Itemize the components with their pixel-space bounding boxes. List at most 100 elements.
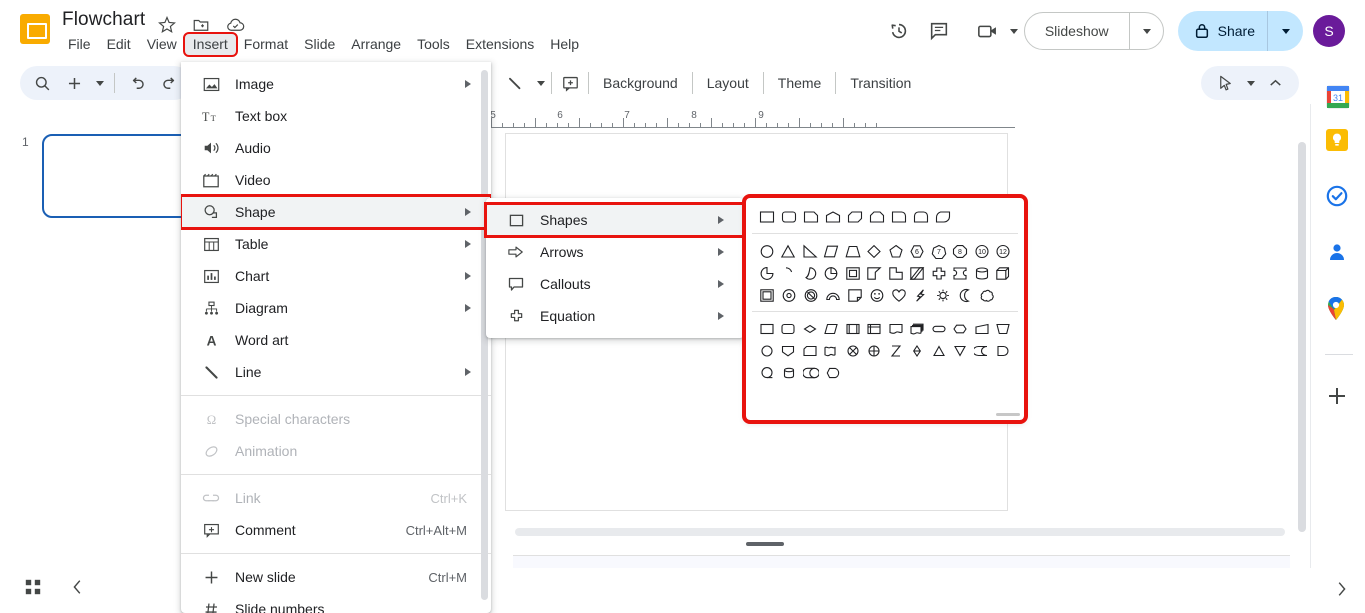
shape-flowchart-direct-access-storage[interactable]: [800, 362, 822, 384]
google-calendar-icon[interactable]: 31: [1325, 84, 1351, 110]
shape-flowchart-stored-data[interactable]: [971, 340, 993, 362]
share-chevron-down-icon[interactable]: [1268, 28, 1303, 34]
select-cursor-icon[interactable]: [1209, 67, 1241, 99]
shape-no-symbol[interactable]: [800, 284, 822, 306]
insert-menu-item-text-box[interactable]: TT Text box: [181, 100, 491, 132]
insert-menu-item-chart[interactable]: Chart: [181, 260, 491, 292]
shape-teardrop[interactable]: [799, 262, 821, 284]
shape-pentagon-home-plate[interactable]: [822, 206, 844, 228]
shape-trapezoid[interactable]: [842, 240, 864, 262]
shape-round-single-corner-rectangle[interactable]: [888, 206, 910, 228]
shape-cube[interactable]: [993, 262, 1015, 284]
shape-flowchart-delay[interactable]: [993, 340, 1015, 362]
menu-extensions[interactable]: Extensions: [458, 34, 542, 55]
shape-snip-same-side-corner-rectangle[interactable]: [866, 206, 888, 228]
cloud-saved-icon[interactable]: [226, 16, 245, 34]
notes-resize-handle[interactable]: [746, 542, 784, 546]
add-comment-icon[interactable]: [554, 67, 586, 99]
undo-icon[interactable]: [121, 67, 153, 99]
menu-help[interactable]: Help: [542, 34, 587, 55]
shape-flowchart-internal-storage[interactable]: [864, 318, 886, 340]
insert-menu-item-word-art[interactable]: A Word art: [181, 324, 491, 356]
slideshow-button[interactable]: Slideshow: [1023, 12, 1164, 50]
shape-flowchart-predefined-process[interactable]: [842, 318, 864, 340]
shape-flowchart-display[interactable]: [822, 362, 844, 384]
line-tool-icon[interactable]: [499, 67, 531, 99]
new-slide-plus-icon[interactable]: [58, 67, 90, 99]
shape-smiley-face[interactable]: [866, 284, 888, 306]
select-chevron-down-icon[interactable]: [1241, 67, 1259, 99]
shape-heptagon-7[interactable]: 7: [928, 240, 950, 262]
horizontal-scrollbar[interactable]: [515, 528, 1285, 536]
shape-flowchart-document[interactable]: [885, 318, 907, 340]
menu-insert[interactable]: Insert: [182, 32, 238, 57]
shape-flowchart-sort[interactable]: [907, 340, 929, 362]
menu-slide[interactable]: Slide: [296, 34, 343, 55]
shape-pie[interactable]: [756, 262, 778, 284]
shape-heart[interactable]: [888, 284, 910, 306]
document-title[interactable]: Flowchart: [62, 9, 145, 31]
shape-parallelogram[interactable]: [821, 240, 843, 262]
version-history-icon[interactable]: [879, 11, 919, 51]
menu-view[interactable]: View: [139, 34, 185, 55]
shape-snip-single-corner-rectangle[interactable]: [800, 206, 822, 228]
insert-menu-item-shape[interactable]: Shape: [181, 194, 491, 230]
shape-flowchart-collate[interactable]: [885, 340, 907, 362]
menu-edit[interactable]: Edit: [99, 34, 139, 55]
shape-bevel[interactable]: [756, 284, 778, 306]
shape-triangle[interactable]: [778, 240, 800, 262]
shape-flowchart-alternate-process[interactable]: [778, 318, 800, 340]
shape-flowchart-decision[interactable]: [799, 318, 821, 340]
search-icon[interactable]: [26, 67, 58, 99]
layout-button[interactable]: Layout: [695, 69, 761, 97]
expand-notes-chevron-right-icon[interactable]: [1333, 580, 1349, 603]
shape-round-diagonal-corner-rectangle[interactable]: [932, 206, 954, 228]
shape-flowchart-sequential-access-storage[interactable]: [756, 362, 778, 384]
insert-menu-item-slide-numbers[interactable]: Slide numbers: [181, 593, 491, 613]
grid-view-icon[interactable]: [24, 578, 42, 601]
shape-can[interactable]: [971, 262, 993, 284]
comment-history-icon[interactable]: [919, 11, 959, 51]
shape-flowchart-data[interactable]: [821, 318, 843, 340]
theme-button[interactable]: Theme: [766, 69, 834, 97]
shape-submenu-item-equation[interactable]: Equation: [486, 300, 744, 332]
background-button[interactable]: Background: [591, 69, 690, 97]
shape-moon[interactable]: [954, 284, 976, 306]
insert-menu-item-comment[interactable]: Comment Ctrl+Alt+M: [181, 514, 491, 546]
shape-submenu-item-arrows[interactable]: Arrows: [486, 236, 744, 268]
shape-arc[interactable]: [778, 262, 800, 284]
menu-file[interactable]: File: [60, 34, 99, 55]
shape-diamond[interactable]: [864, 240, 886, 262]
shape-flowchart-merge[interactable]: [950, 340, 972, 362]
shape-cloud[interactable]: [976, 284, 998, 306]
meet-call-button[interactable]: [969, 11, 1018, 51]
shape-snip-diagonal-corner-rectangle[interactable]: [844, 206, 866, 228]
add-ons-plus-icon[interactable]: [1325, 384, 1351, 410]
shape-flowchart-extract[interactable]: [928, 340, 950, 362]
shape-flowchart-or[interactable]: [864, 340, 886, 362]
shape-flowchart-process[interactable]: [756, 318, 778, 340]
shape-donut[interactable]: [778, 284, 800, 306]
shape-round-same-side-corner-rectangle[interactable]: [910, 206, 932, 228]
shape-flowchart-card[interactable]: [799, 340, 821, 362]
insert-menu-item-diagram[interactable]: Diagram: [181, 292, 491, 324]
shape-flowchart-preparation[interactable]: [950, 318, 972, 340]
avatar[interactable]: S: [1313, 15, 1345, 47]
shape-lightning-bolt[interactable]: [910, 284, 932, 306]
google-keep-icon[interactable]: [1325, 128, 1351, 154]
shapes-palette-scroll-indicator[interactable]: [996, 413, 1020, 416]
shape-octagon-8[interactable]: 8: [950, 240, 972, 262]
shape-flowchart-summing-junction[interactable]: [842, 340, 864, 362]
insert-menu-item-video[interactable]: Video: [181, 164, 491, 196]
collapse-menus-chevron-up-icon[interactable]: [1259, 67, 1291, 99]
shape-cross[interactable]: [928, 262, 950, 284]
shape-flowchart-magnetic-disk[interactable]: [778, 362, 800, 384]
move-to-folder-icon[interactable]: [192, 16, 210, 34]
line-chevron-down-icon[interactable]: [531, 67, 549, 99]
google-tasks-icon[interactable]: [1325, 184, 1351, 210]
shape-diagonal-stripe[interactable]: [907, 262, 929, 284]
menu-format[interactable]: Format: [236, 34, 296, 55]
shape-sun[interactable]: [932, 284, 954, 306]
shape-corner[interactable]: [864, 262, 886, 284]
shape-flowchart-connector[interactable]: [756, 340, 778, 362]
